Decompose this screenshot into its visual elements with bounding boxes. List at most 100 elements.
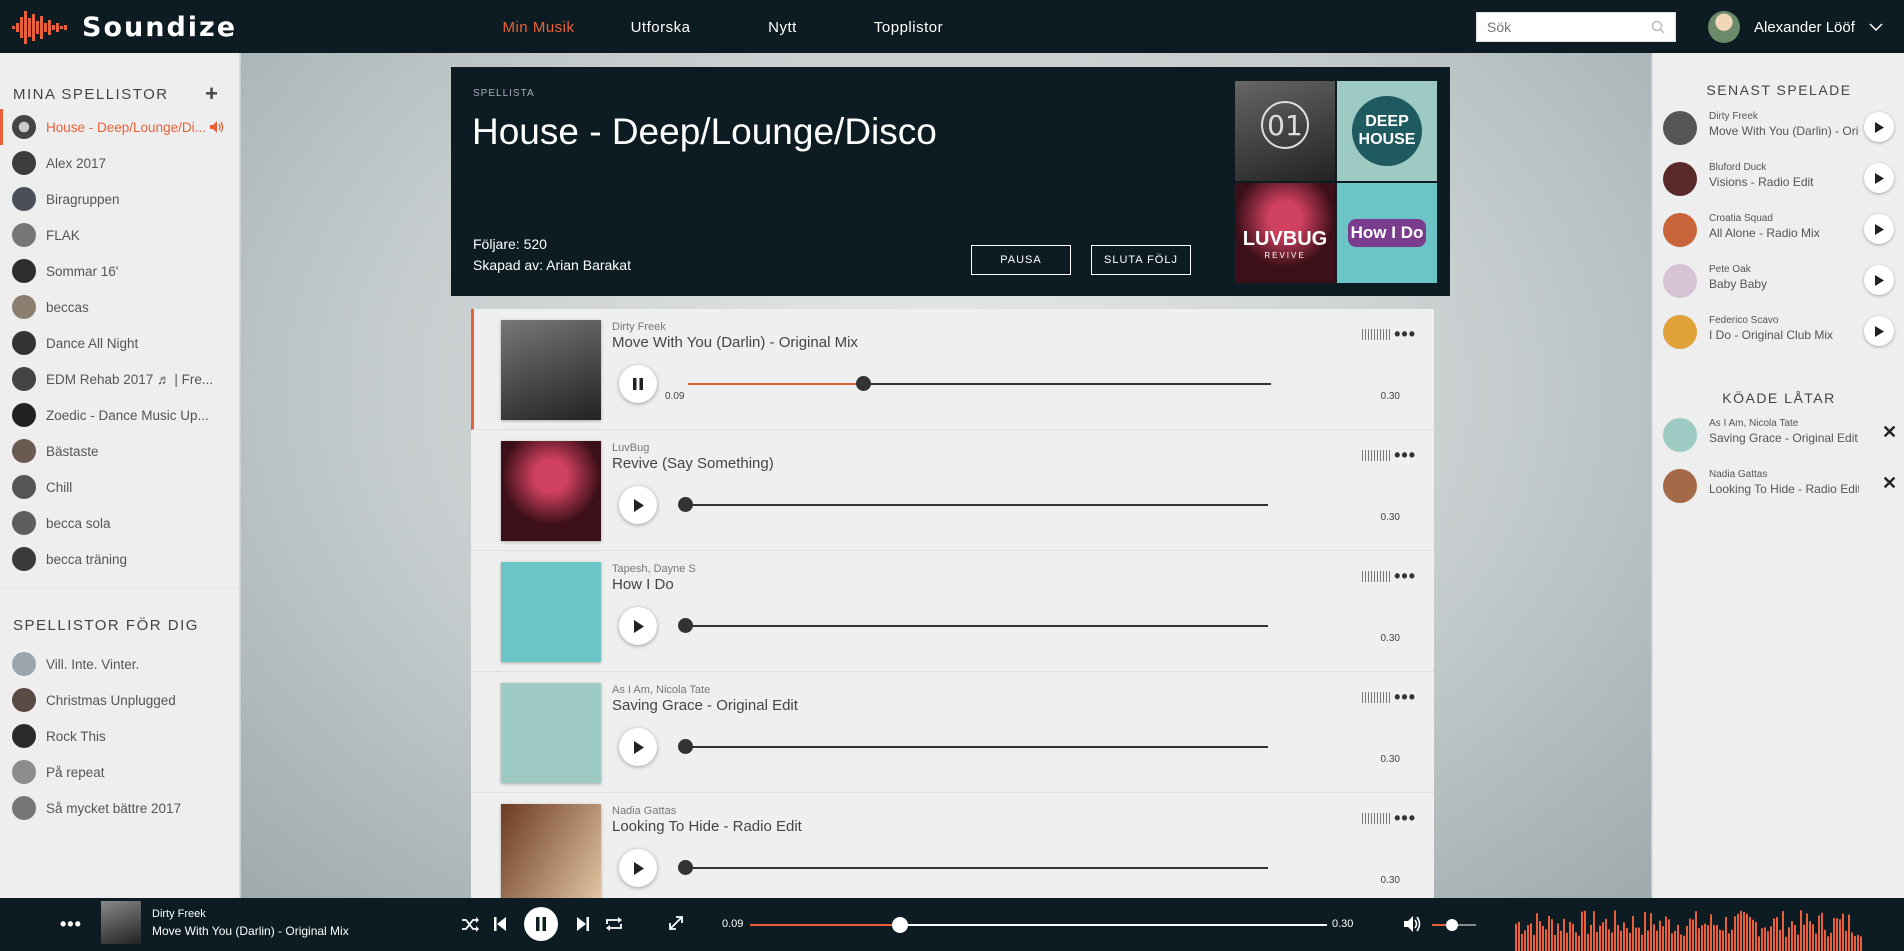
more-icon[interactable]: ••• bbox=[1394, 445, 1416, 466]
playlist-item[interactable]: EDM Rehab 2017 ♬ | Fre... bbox=[0, 361, 240, 397]
pause-button[interactable] bbox=[619, 365, 657, 403]
waveform-bar bbox=[1614, 910, 1616, 951]
playlist-item[interactable]: Så mycket bättre 2017 bbox=[0, 790, 240, 826]
for-you-title: SPELLISTOR FÖR DIG bbox=[13, 617, 199, 634]
play-button[interactable] bbox=[619, 607, 657, 645]
waveform-bar bbox=[1644, 911, 1646, 951]
track-row[interactable]: As I Am, Nicola Tate Saving Grace - Orig… bbox=[471, 672, 1434, 793]
nav-min-musik[interactable]: Min Musik bbox=[480, 0, 597, 53]
playlist-item[interactable]: House - Deep/Lounge/Di... bbox=[0, 109, 240, 145]
pause-button[interactable] bbox=[524, 907, 558, 941]
previous-icon[interactable] bbox=[494, 917, 506, 931]
track-progress-handle[interactable] bbox=[678, 618, 693, 633]
waveform-bar bbox=[1710, 914, 1712, 951]
track-progress-bar[interactable] bbox=[678, 739, 1268, 754]
logo[interactable]: Soundize bbox=[12, 8, 237, 46]
play-button[interactable] bbox=[619, 486, 657, 524]
volume-handle[interactable] bbox=[1445, 919, 1458, 931]
playlist-item[interactable]: Biragruppen bbox=[0, 181, 240, 217]
more-icon[interactable]: ••• bbox=[1394, 808, 1416, 829]
volume-slider[interactable] bbox=[1432, 919, 1476, 931]
playlist-item[interactable]: Vill. Inte. Vinter. bbox=[0, 646, 240, 682]
play-button[interactable] bbox=[1864, 316, 1894, 346]
recent-item[interactable]: Pete Oak Baby Baby bbox=[1663, 262, 1903, 302]
track-progress-bar[interactable] bbox=[678, 618, 1268, 633]
playlist-item[interactable]: Alex 2017 bbox=[0, 145, 240, 181]
recent-artist: Croatia Squad bbox=[1709, 213, 1773, 224]
playlist-item[interactable]: Christmas Unplugged bbox=[0, 682, 240, 718]
track-progress-handle[interactable] bbox=[678, 860, 693, 875]
playlist-item[interactable]: becca sola bbox=[0, 505, 240, 541]
player-progress-handle[interactable] bbox=[892, 917, 909, 933]
track-row[interactable]: Dirty Freek Move With You (Darlin) - Ori… bbox=[471, 309, 1434, 430]
more-icon[interactable]: ••• bbox=[1394, 687, 1416, 708]
waveform-bar bbox=[1515, 923, 1517, 951]
track-progress-bar[interactable] bbox=[688, 376, 1271, 391]
playlist-item[interactable]: becca träning bbox=[0, 541, 240, 577]
play-button[interactable] bbox=[1864, 163, 1894, 193]
track-progress-bar[interactable] bbox=[678, 497, 1268, 512]
search-icon[interactable] bbox=[1651, 20, 1665, 34]
playlist-item[interactable]: beccas bbox=[0, 289, 240, 325]
play-button[interactable] bbox=[1864, 214, 1894, 244]
followers-count: Följare: 520 bbox=[473, 236, 547, 252]
playlist-item[interactable]: Dance All Night bbox=[0, 325, 240, 361]
more-icon[interactable]: ••• bbox=[1394, 566, 1416, 587]
queue-item[interactable]: As I Am, Nicola Tate Saving Grace - Orig… bbox=[1663, 416, 1903, 456]
playlist-item[interactable]: Sommar 16' bbox=[0, 253, 240, 289]
waveform-bar bbox=[1713, 924, 1715, 951]
track-duration: 0.30 bbox=[1380, 754, 1400, 765]
more-icon[interactable]: ••• bbox=[1394, 324, 1416, 345]
nav-utforska[interactable]: Utforska bbox=[597, 0, 724, 53]
track-progress-handle[interactable] bbox=[678, 739, 693, 754]
add-playlist-icon[interactable]: + bbox=[205, 81, 218, 107]
more-icon[interactable]: ••• bbox=[60, 914, 82, 935]
shuffle-icon[interactable] bbox=[462, 917, 479, 932]
waveform-bar bbox=[1707, 925, 1709, 951]
volume-icon[interactable] bbox=[1404, 916, 1422, 932]
track-duration: 0.30 bbox=[1380, 633, 1400, 644]
nav-topplistor[interactable]: Topplistor bbox=[841, 0, 976, 53]
user-menu[interactable]: Alexander Lööf bbox=[1708, 11, 1883, 43]
waveform-bar bbox=[1584, 910, 1586, 951]
queue-item[interactable]: Nadia Gattas Looking To Hide - Radio Edi… bbox=[1663, 467, 1903, 507]
recent-item[interactable]: Bluford Duck Visions - Radio Edit bbox=[1663, 160, 1903, 200]
recent-item[interactable]: Federico Scavo I Do - Original Club Mix bbox=[1663, 313, 1903, 353]
pause-button[interactable]: PAUSA bbox=[971, 245, 1071, 275]
waveform-bar bbox=[1557, 923, 1559, 951]
playlist-item[interactable]: Bästaste bbox=[0, 433, 240, 469]
expand-icon[interactable] bbox=[668, 915, 684, 931]
waveform-bar bbox=[1761, 928, 1763, 951]
repeat-icon[interactable] bbox=[605, 916, 623, 932]
remove-icon[interactable]: ✕ bbox=[1882, 473, 1897, 494]
track-row[interactable]: Nadia Gattas Looking To Hide - Radio Edi… bbox=[471, 793, 1434, 898]
speaker-icon bbox=[209, 121, 224, 133]
recent-item[interactable]: Dirty Freek Move With You (Darlin) - Ori… bbox=[1663, 109, 1903, 149]
play-button[interactable] bbox=[1864, 265, 1894, 295]
waveform-bar bbox=[1845, 930, 1847, 951]
unfollow-button[interactable]: SLUTA FÖLJ bbox=[1091, 245, 1191, 275]
nav-nytt[interactable]: Nytt bbox=[724, 0, 841, 53]
waveform-bar bbox=[1734, 916, 1736, 951]
playlist-item[interactable]: Rock This bbox=[0, 718, 240, 754]
play-button[interactable] bbox=[619, 728, 657, 766]
play-button[interactable] bbox=[1864, 112, 1894, 142]
player-progress-bar[interactable] bbox=[750, 917, 1327, 933]
next-icon[interactable] bbox=[577, 917, 589, 931]
cover-art: DEEP HOUSE bbox=[1337, 81, 1437, 181]
playlist-item[interactable]: Zoedic - Dance Music Up... bbox=[0, 397, 240, 433]
recent-item[interactable]: Croatia Squad All Alone - Radio Mix bbox=[1663, 211, 1903, 251]
play-button[interactable] bbox=[619, 849, 657, 887]
remove-icon[interactable]: ✕ bbox=[1882, 422, 1897, 443]
waveform-bar bbox=[1833, 917, 1835, 951]
playlist-item[interactable]: FLAK bbox=[0, 217, 240, 253]
playlist-item[interactable]: Chill bbox=[0, 469, 240, 505]
track-row[interactable]: Tapesh, Dayne S How I Do ••• 0.30 bbox=[471, 551, 1434, 672]
track-progress-bar[interactable] bbox=[678, 860, 1268, 875]
playlist-item[interactable]: På repeat bbox=[0, 754, 240, 790]
track-progress-handle[interactable] bbox=[855, 376, 871, 391]
track-progress-handle[interactable] bbox=[678, 497, 693, 512]
track-row[interactable]: LuvBug Revive (Say Something) ••• 0.30 bbox=[471, 430, 1434, 551]
waveform-bar bbox=[1701, 925, 1703, 951]
search-input[interactable] bbox=[1487, 19, 1637, 35]
